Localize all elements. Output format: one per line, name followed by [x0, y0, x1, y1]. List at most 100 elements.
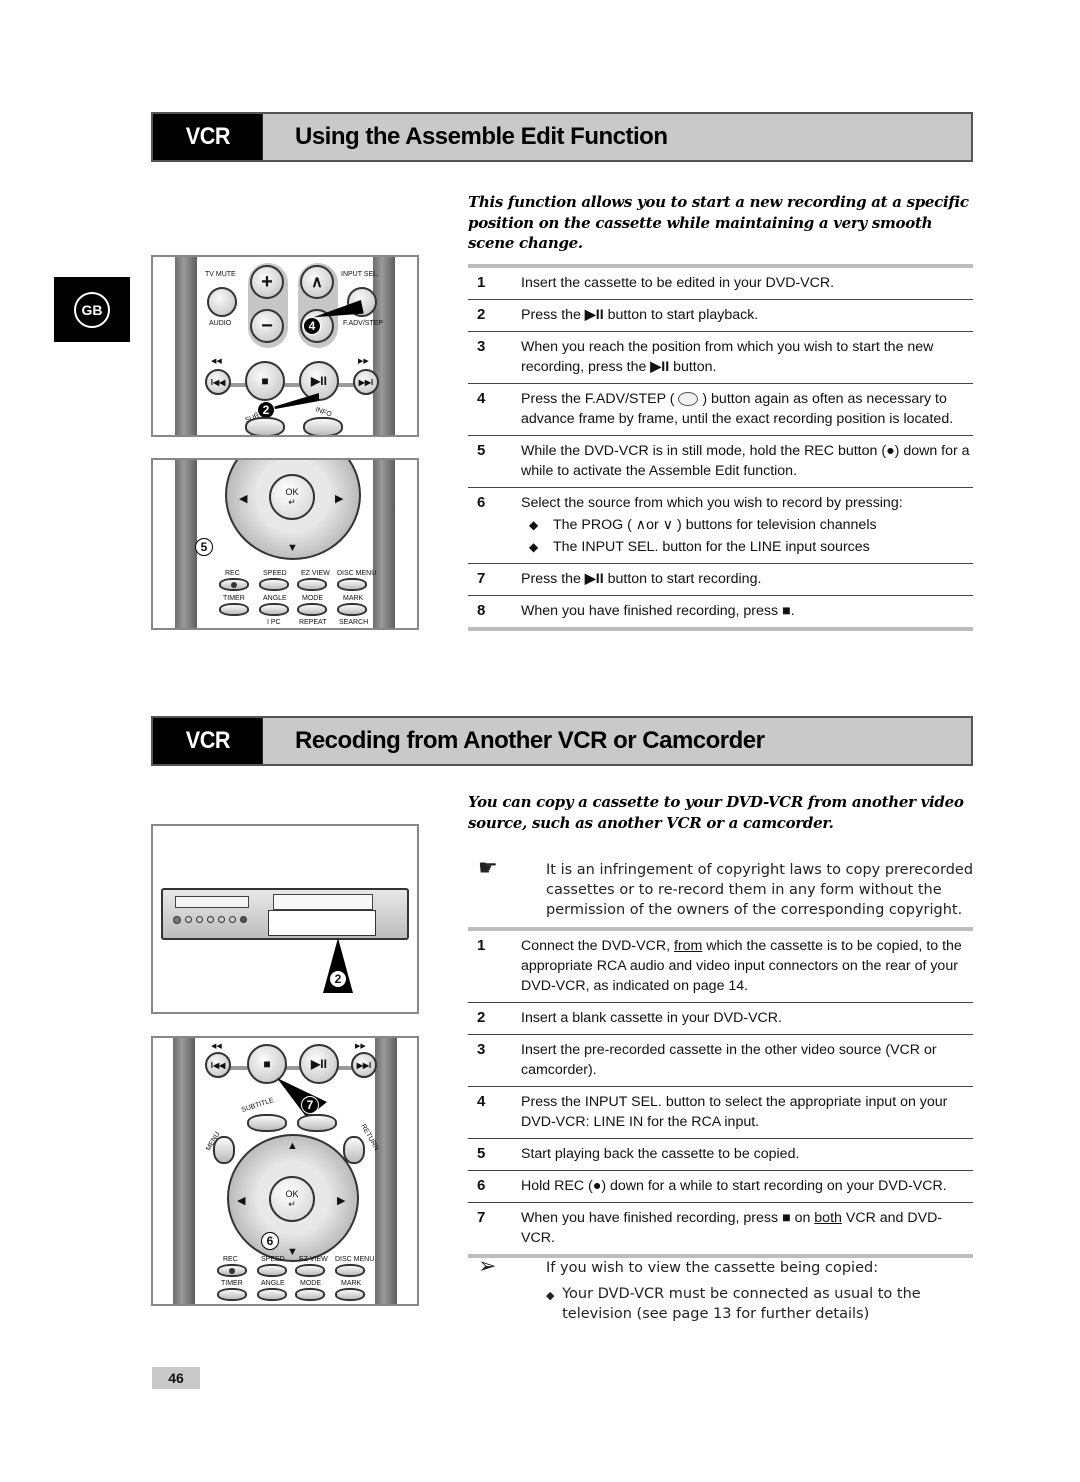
step-number: 6	[477, 1177, 486, 1194]
step-number: 6	[477, 494, 486, 511]
play-pause-icon: ▶II	[584, 307, 604, 323]
step-text: While the DVD-VCR is in still mode, hold…	[521, 443, 970, 479]
fadv-step-label: F.ADV/STEP	[343, 320, 384, 327]
step-item: 4 Press the INPUT SEL. button to select …	[468, 1087, 973, 1139]
input-sel-label: INPUT SEL.	[341, 271, 379, 278]
step-number: 1	[477, 937, 486, 954]
rec-label: REC	[223, 1256, 238, 1263]
step-text: Connect the DVD-VCR, from which the cass…	[521, 938, 962, 994]
divider	[468, 627, 973, 631]
play-pause-icon: ▶II	[650, 359, 670, 375]
step-number: 1	[477, 274, 486, 291]
step-item: 6 Hold REC (●) down for a while to start…	[468, 1171, 973, 1203]
mark-button	[337, 603, 367, 616]
remote-illustration-full: ◀◀ ▶▶ I◀◀ ■ ▶II ▶▶I 7 SUBTITLE MENU RETU…	[151, 1036, 419, 1306]
stop-button: ■	[247, 1044, 287, 1084]
subtitle-label: SUBTITLE	[240, 1097, 275, 1114]
rec-label: REC	[225, 570, 240, 577]
step-item: 7 When you have finished recording, pres…	[468, 1203, 973, 1254]
pointing-hand-icon: ☛	[478, 856, 498, 881]
subtitle-button	[247, 1114, 287, 1132]
step-number: 7	[477, 570, 486, 587]
stop-icon: ■	[782, 603, 791, 619]
timer-button	[219, 603, 249, 616]
step-number: 7	[477, 1209, 486, 1226]
audio-label: AUDIO	[209, 320, 232, 327]
skip-back-button: I◀◀	[205, 1052, 231, 1078]
step-text: Insert a blank cassette in your DVD-VCR.	[521, 1010, 782, 1026]
mode-button	[295, 1288, 325, 1301]
search-label: SEARCH	[339, 619, 369, 626]
section-title: Using the Assemble Edit Function	[295, 123, 668, 150]
bullet-item: ◆ Your DVD-VCR must be connected as usual…	[546, 1286, 921, 1322]
step-item: 4 Press the F.ADV/STEP ( ) button again …	[468, 384, 973, 436]
arrow-tip-icon: ➢	[478, 1254, 497, 1279]
step-item: 5 While the DVD-VCR is in still mode, ho…	[468, 436, 973, 488]
ez-view-label: EZ VIEW	[301, 570, 330, 577]
mark-label: MARK	[343, 595, 364, 602]
callout-5: 5	[195, 538, 213, 556]
step-item: 7 Press the ▶II button to start recordin…	[468, 564, 973, 596]
ez-view-label: EZ VIEW	[299, 1256, 328, 1263]
stop-icon: ■	[782, 1210, 791, 1226]
left-arrow-icon: ◀	[239, 493, 248, 505]
step-text: Press the INPUT SEL. button to select th…	[521, 1094, 948, 1130]
stop-button: ■	[245, 361, 285, 401]
speed-label: SPEED	[261, 1256, 285, 1263]
page-number: 46	[152, 1367, 200, 1389]
play-pause-button: ▶II	[299, 361, 339, 401]
info-button	[303, 417, 343, 435]
section-tag: VCR	[153, 718, 263, 764]
step-text: When you have finished recording, press …	[521, 603, 795, 619]
step-text: Press the ▶II button to start recording.	[521, 571, 762, 587]
ez-view-button	[295, 1264, 325, 1277]
menu-button	[213, 1136, 235, 1164]
mark-button	[335, 1288, 365, 1301]
angle-button	[259, 603, 289, 616]
right-arrow-icon: ▶	[335, 493, 344, 505]
language-tab: GB	[54, 277, 130, 342]
step-text: Start playing back the cassette to be co…	[521, 1146, 800, 1162]
speed-button	[257, 1264, 287, 1277]
step-list: 1 Connect the DVD-VCR, from which the ca…	[468, 927, 973, 1258]
mode-label: MODE	[302, 595, 323, 602]
step-item: 3 Insert the pre-recorded cassette in th…	[468, 1035, 973, 1087]
language-badge: GB	[74, 291, 110, 328]
section-tag: VCR	[153, 114, 263, 160]
step-item: 5 Start playing back the cassette to be …	[468, 1139, 973, 1171]
section-intro: You can copy a cassette to your DVD-VCR …	[468, 793, 964, 832]
step-number: 8	[477, 602, 486, 619]
step-text: Press the ▶II button to start playback.	[521, 307, 759, 323]
copyright-notice: ☛ It is an infringement of copyright law…	[478, 856, 974, 919]
step-number: 3	[477, 1041, 486, 1058]
disc-menu-button	[335, 1264, 365, 1277]
callout-2: 2	[329, 970, 347, 988]
step-item: 1 Insert the cassette to be edited in yo…	[468, 268, 973, 300]
fast-forward-label: ▶▶	[355, 1043, 366, 1050]
ok-button: OK ↵	[269, 474, 315, 520]
info-button	[297, 1114, 337, 1132]
tv-mute-button	[207, 287, 237, 317]
angle-label: ANGLE	[261, 1280, 285, 1287]
ez-view-button	[297, 578, 327, 591]
left-arrow-icon: ◀	[237, 1195, 246, 1207]
fadv-step-button-icon	[678, 392, 699, 407]
speed-label: SPEED	[263, 570, 287, 577]
step-item: 3 When you reach the position from which…	[468, 332, 973, 384]
rec-button	[219, 578, 249, 591]
prog-up-button: ∧	[300, 265, 334, 299]
step-number: 5	[477, 442, 486, 459]
step-item: 2 Press the ▶II button to start playback…	[468, 300, 973, 332]
step-text: Insert the pre-recorded cassette in the …	[521, 1042, 937, 1078]
tv-mute-label: TV MUTE	[205, 271, 236, 278]
record-icon: ●	[886, 443, 895, 459]
angle-label: ANGLE	[263, 595, 287, 602]
rewind-label: ◀◀	[211, 358, 222, 365]
fast-forward-label: ▶▶	[358, 358, 369, 365]
step-item: 2 Insert a blank cassette in your DVD-VC…	[468, 1003, 973, 1035]
rewind-label: ◀◀	[211, 1043, 222, 1050]
step-text: When you have finished recording, press …	[521, 1210, 943, 1246]
rec-button	[217, 1264, 247, 1277]
right-arrow-icon: ▶	[337, 1195, 346, 1207]
skip-forward-button: ▶▶I	[351, 1052, 377, 1078]
